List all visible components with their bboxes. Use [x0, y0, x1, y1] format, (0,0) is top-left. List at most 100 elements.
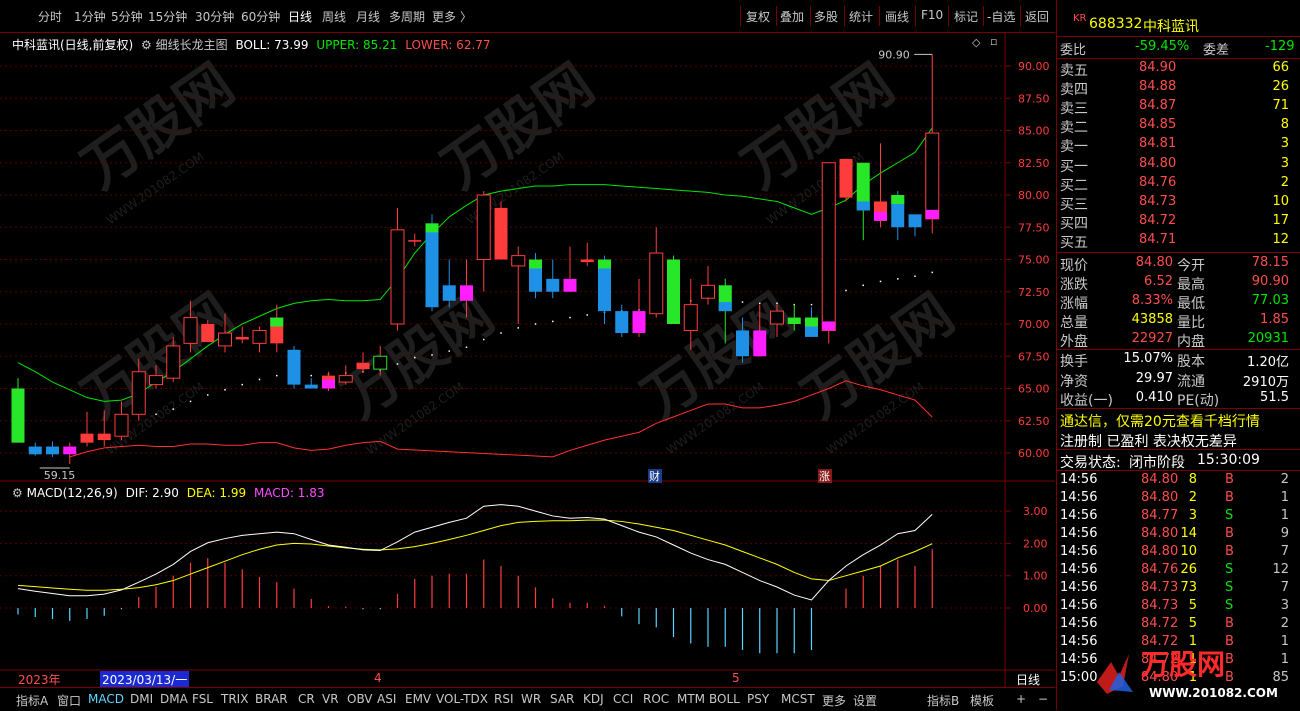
bid-row[interactable]: 买二 84.76 2 — [1057, 175, 1300, 194]
period-tab-30min[interactable]: 30分钟 — [195, 8, 234, 25]
indicator-tab[interactable]: CCI — [613, 692, 633, 706]
kline-chart[interactable]: 万股网WWW.201082.COM 万股网WWW.201082.COM 万股网WWW… — [0, 33, 1055, 687]
bid-row[interactable]: 买三 84.73 10 — [1057, 194, 1300, 213]
level-volume: 26 — [1272, 79, 1289, 95]
indicator-tab[interactable]: 指标B — [927, 692, 959, 709]
indicator-tab[interactable]: ASI — [377, 692, 396, 706]
indicator-tab[interactable]: BOLL — [709, 692, 740, 706]
indicator-tab[interactable]: CR — [298, 692, 315, 706]
indicator-tab[interactable]: WR — [521, 692, 541, 706]
period-tab-1min[interactable]: 1分钟 — [74, 8, 106, 25]
price-axis-label: 65.00 — [1018, 383, 1050, 396]
period-tab-5min[interactable]: 5分钟 — [111, 8, 143, 25]
indicator-tab[interactable]: MTM — [677, 692, 705, 706]
trading-status-row: 交易状态: 闭市阶段 15:30:09 — [1057, 452, 1300, 471]
indicator-tab[interactable]: PSY — [747, 692, 769, 706]
period-tab-more[interactable]: 更多 — [432, 8, 456, 25]
boll-mid-dot — [207, 394, 209, 396]
remove-watchlist-button[interactable]: -自选 — [987, 8, 1015, 25]
period-tab-60min[interactable]: 60分钟 — [241, 8, 280, 25]
macd-axis-label: 0.00 — [1023, 602, 1048, 615]
macd-name[interactable]: MACD(12,26,9) — [27, 486, 118, 500]
mark-button[interactable]: 标记 — [954, 8, 978, 25]
settings-gear-icon[interactable]: ⚙ — [141, 38, 152, 52]
level-label: 买五 — [1060, 234, 1088, 251]
stat2-value: 2910万 — [1242, 374, 1289, 390]
promo-text[interactable]: 通达信，仅需20元查看千档行情 — [1060, 411, 1260, 431]
candle-body — [149, 375, 163, 386]
trade-time: 14:56 — [1060, 544, 1098, 559]
indicator-tab[interactable]: 指标A — [16, 692, 48, 709]
indicator-tab[interactable]: DMA — [160, 692, 188, 706]
indicator-tab[interactable]: VR — [322, 692, 339, 706]
indicator-tab[interactable]: EMV — [405, 692, 431, 706]
bid-row[interactable]: 买四 84.72 17 — [1057, 213, 1300, 232]
period-tab-timeshare[interactable]: 分时 — [38, 8, 62, 25]
indicator-tab[interactable]: 更多 — [822, 692, 846, 709]
period-tab-weekly[interactable]: 周线 — [322, 8, 346, 25]
f10-button[interactable]: F10 — [921, 8, 943, 22]
period-toolbar: 分时 1分钟 5分钟 15分钟 30分钟 60分钟 日线 周线 月线 多周期 更… — [0, 0, 1055, 33]
ask-row[interactable]: 卖五 84.90 66 — [1057, 60, 1300, 79]
trade-direction: S — [1225, 598, 1234, 613]
boll-mid-dot — [569, 316, 571, 319]
trade-volume: 5 — [1188, 598, 1197, 613]
statistics-button[interactable]: 统计 — [849, 8, 873, 25]
multi-stock-button[interactable]: 多股 — [814, 8, 838, 25]
overlay-button[interactable]: 叠加 — [780, 8, 804, 25]
stat-value: 77.03 — [1251, 293, 1289, 308]
diamond-icon[interactable]: ◇ — [972, 36, 980, 49]
back-button[interactable]: 返回 — [1025, 8, 1049, 25]
indicator-tab[interactable]: RSI — [494, 692, 514, 706]
indicator-tab[interactable]: 窗口 — [57, 692, 81, 709]
level-price: 84.81 — [1139, 136, 1177, 152]
maximize-icon[interactable]: ▫ — [990, 35, 997, 48]
candle-body — [839, 158, 853, 198]
indicator-tab[interactable]: VOL-TDX — [436, 692, 488, 706]
trade-count: 2 — [1280, 472, 1289, 487]
trade-row: 14:56 84.76 26 S 12 — [1057, 562, 1300, 580]
boll-mid-dot — [776, 302, 778, 305]
ask-row[interactable]: 卖三 84.87 71 — [1057, 98, 1300, 117]
indicator-tab[interactable]: MCST — [781, 692, 815, 706]
indicator-tab[interactable]: FSL — [192, 692, 213, 706]
macd-gear-icon[interactable]: ⚙ — [12, 486, 23, 500]
indicator-tab[interactable]: MACD — [88, 692, 124, 706]
indicator-tab[interactable]: KDJ — [583, 692, 604, 706]
indicator-tab[interactable]: BRAR — [255, 692, 288, 706]
ask-row[interactable]: 卖一 84.81 3 — [1057, 136, 1300, 155]
period-tab-15min[interactable]: 15分钟 — [148, 8, 187, 25]
draw-line-button[interactable]: 画线 — [885, 8, 909, 25]
indicator-tab[interactable]: DMI — [130, 692, 153, 706]
indicator-tab[interactable]: 设置 — [853, 692, 877, 709]
trade-volume: 3 — [1188, 508, 1197, 523]
ask-row[interactable]: 卖二 84.85 8 — [1057, 117, 1300, 136]
indicator-tab[interactable]: SAR — [550, 692, 574, 706]
period-tab-monthly[interactable]: 月线 — [356, 8, 380, 25]
date-axis-period[interactable]: 日线 — [1016, 671, 1040, 688]
indicator-tab[interactable]: OBV — [347, 692, 373, 706]
indicator-tab[interactable]: TRIX — [221, 692, 248, 706]
macd-axis-label: 3.00 — [1023, 505, 1048, 518]
bid-row[interactable]: 买五 84.71 12 — [1057, 232, 1300, 251]
period-tab-daily[interactable]: 日线 — [288, 8, 312, 25]
boll-mid-dot — [897, 278, 899, 280]
indicator-tab[interactable]: 模板 — [970, 692, 994, 709]
restore-rights-button[interactable]: 复权 — [746, 8, 770, 25]
remove-indicator-minus-icon[interactable]: − — [1038, 692, 1048, 706]
price-axis-label: 85.00 — [1018, 125, 1050, 138]
promo-row[interactable]: 通达信，仅需20元查看千档行情 — [1057, 411, 1300, 431]
trade-price: 84.77 — [1141, 508, 1179, 523]
indicator-tab[interactable]: ROC — [643, 692, 669, 706]
main-indicator-name[interactable]: 细线长龙主图 — [156, 38, 228, 52]
bid-row[interactable]: 买一 84.80 3 — [1057, 156, 1300, 175]
more-chevron-icon[interactable]: 〉 — [460, 8, 472, 25]
stat-value: 78.15 — [1251, 255, 1289, 270]
trade-time: 14:56 — [1060, 562, 1098, 577]
boll-lower-value: LOWER: 62.77 — [405, 38, 491, 52]
period-tab-multi[interactable]: 多周期 — [389, 8, 425, 25]
ask-row[interactable]: 卖四 84.88 26 — [1057, 79, 1300, 98]
add-indicator-plus-icon[interactable]: + — [1016, 692, 1026, 706]
candle-bottom-cap — [822, 321, 836, 331]
candle-body — [11, 388, 25, 443]
